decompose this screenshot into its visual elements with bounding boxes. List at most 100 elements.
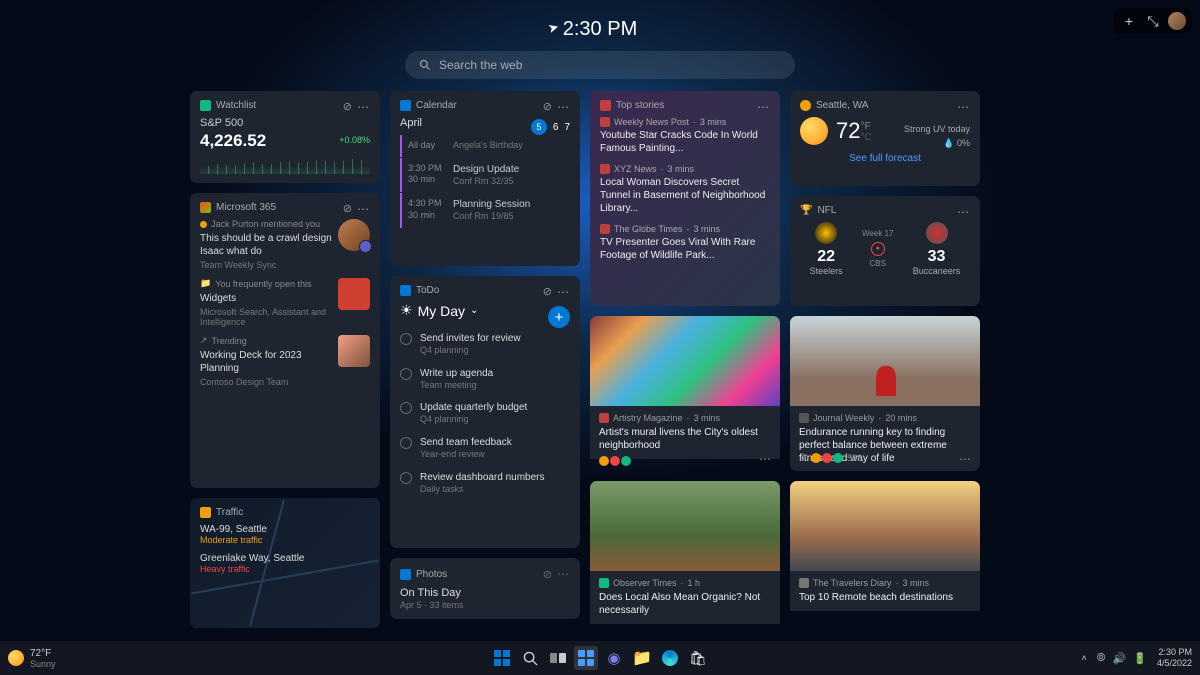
user-avatar[interactable] — [1168, 12, 1186, 30]
article-image — [790, 316, 980, 406]
battery-icon[interactable]: 🔋 — [1133, 652, 1147, 665]
nfl-widget[interactable]: 🏆NFL ⋯ 22 Steelers Week 17 ● CBS 33 Bucc… — [790, 196, 980, 306]
more-icon[interactable]: ⋯ — [757, 100, 770, 114]
task-item[interactable]: Review dashboard numbersDaily tasks — [400, 466, 570, 501]
news-card[interactable]: Observer Times · 1 h Does Local Also Mea… — [590, 481, 780, 636]
calendar-widget[interactable]: Calendar ⊘⋯ April 5 6 7 All day Angela's… — [390, 91, 580, 266]
todo-list-name[interactable]: ☀ My Day ⌄ — [400, 302, 570, 319]
person-avatar — [338, 219, 370, 251]
search-input[interactable]: Search the web — [405, 51, 795, 79]
task-checkbox[interactable] — [400, 472, 412, 484]
more-icon[interactable]: ⋯ — [357, 100, 370, 114]
task-checkbox[interactable] — [400, 402, 412, 414]
team-home: 33 Buccaneers — [913, 222, 961, 276]
source-icon — [600, 117, 610, 127]
pin-icon[interactable]: ⊘ — [343, 100, 352, 113]
calendar-event[interactable]: 3:30 PM30 min Design UpdateConf Rm 32/35 — [400, 158, 570, 193]
photos-title: On This Day — [400, 587, 570, 599]
taskbar-weather[interactable]: 72°FSunny — [8, 648, 56, 669]
news-card[interactable]: Journal Weekly · 20 mins Endurance runni… — [790, 316, 980, 471]
traffic-widget[interactable]: Traffic WA-99, Seattle Moderate traffic … — [190, 498, 380, 628]
wifi-icon[interactable]: ⦾ — [1097, 652, 1106, 665]
buccaneers-logo-icon — [926, 222, 948, 244]
weather-icon — [800, 100, 811, 111]
share-icon[interactable]: ⮐ — [799, 450, 807, 466]
search-placeholder: Search the web — [439, 58, 522, 72]
more-icon[interactable]: ⋯ — [957, 100, 970, 114]
volume-icon[interactable]: 🔊 — [1113, 652, 1127, 665]
m365-item[interactable]: Jack Purton mentioned you This should be… — [200, 219, 370, 270]
source-icon — [799, 578, 809, 588]
more-icon[interactable]: ⋯ — [557, 567, 570, 581]
todo-widget[interactable]: ToDo ⊘⋯ ☀ My Day ⌄ + Send invites for re… — [390, 276, 580, 548]
widgets-button[interactable] — [574, 646, 598, 670]
watchlist-widget[interactable]: Watchlist ⊘⋯ S&P 500 4,226.52 +0.08% — [190, 91, 380, 183]
more-icon[interactable]: ⋯ — [959, 452, 971, 466]
pin-icon[interactable]: ⊘ — [543, 285, 552, 298]
task-item[interactable]: Send invites for reviewQ4 planning — [400, 327, 570, 362]
topstories-widget[interactable]: Top stories ⋯ Weekly News Post · 3 minsY… — [590, 91, 780, 306]
start-button[interactable] — [490, 646, 514, 670]
calendar-event[interactable]: 4:30 PM30 min Planning SessionConf Rm 19… — [400, 193, 570, 228]
explorer-icon[interactable]: 📁 — [630, 646, 654, 670]
add-widget-icon[interactable]: + — [1120, 12, 1138, 30]
more-icon[interactable]: ⋯ — [357, 202, 370, 216]
m365-widget[interactable]: Microsoft 365 ⊘⋯ Jack Purton mentioned y… — [190, 193, 380, 488]
source-icon — [600, 164, 610, 174]
sun-icon — [8, 650, 24, 666]
more-icon[interactable]: ⋯ — [957, 205, 970, 219]
source-icon — [799, 413, 809, 423]
trophy-icon: 🏆 — [800, 205, 812, 216]
status-dot-icon — [200, 221, 207, 228]
task-item[interactable]: Send team feedbackYear-end review — [400, 431, 570, 466]
sun-icon: ☀ — [400, 302, 413, 319]
taskbar[interactable]: 72°FSunny ◉ 📁 🛍 ˄ ⦾ 🔊 🔋 2:30 PM 4/5/2022 — [0, 641, 1200, 675]
source-icon — [599, 578, 609, 588]
edge-icon[interactable] — [658, 646, 682, 670]
stock-change: +0.08% — [339, 135, 370, 145]
todo-icon — [400, 285, 411, 296]
news-card[interactable]: Artistry Magazine · 3 mins Artist's mura… — [590, 316, 780, 471]
stocks-icon — [200, 100, 211, 111]
story-item[interactable]: The Globe Times · 3 minsTV Presenter Goe… — [600, 224, 770, 262]
calendar-event[interactable]: All day Angela's Birthday — [400, 135, 570, 157]
system-tray[interactable]: ˄ ⦾ 🔊 🔋 2:30 PM 4/5/2022 — [1081, 647, 1192, 669]
pin-icon[interactable]: ⊘ — [543, 568, 552, 581]
calendar-days[interactable]: 5 6 7 — [531, 119, 570, 135]
source-icon — [600, 224, 610, 234]
trending-icon: ↗ — [200, 335, 208, 346]
article-image — [590, 316, 780, 406]
traffic-status: Moderate traffic — [200, 535, 370, 545]
more-icon[interactable]: ⋯ — [759, 452, 771, 466]
taskview-button[interactable] — [546, 646, 570, 670]
task-checkbox[interactable] — [400, 333, 412, 345]
document-thumbnail — [338, 335, 370, 367]
forecast-link[interactable]: See full forecast — [800, 153, 970, 164]
story-item[interactable]: XYZ News · 3 minsLocal Woman Discovers S… — [600, 164, 770, 215]
task-checkbox[interactable] — [400, 437, 412, 449]
teams-icon[interactable]: ◉ — [602, 646, 626, 670]
task-item[interactable]: Update quarterly budgetQ4 planning — [400, 396, 570, 431]
pin-icon[interactable]: ⊘ — [543, 100, 552, 113]
more-icon[interactable]: ⋯ — [557, 100, 570, 114]
chevron-up-icon[interactable]: ˄ — [1081, 653, 1086, 663]
task-checkbox[interactable] — [400, 368, 412, 380]
weather-widget[interactable]: Seattle, WA ⋯ 72°F°C Strong UV today💧 0%… — [790, 91, 980, 186]
story-item[interactable]: Weekly News Post · 3 minsYoutube Star Cr… — [600, 117, 770, 155]
more-icon[interactable]: ⋯ — [557, 285, 570, 299]
m365-item[interactable]: 📁You frequently open this Widgets Micros… — [200, 278, 370, 327]
task-item[interactable]: Write up agendaTeam meeting — [400, 362, 570, 397]
chevron-down-icon: ⌄ — [470, 305, 478, 316]
search-button[interactable] — [518, 646, 542, 670]
resize-icon[interactable]: ⤡ — [1144, 12, 1162, 30]
m365-item[interactable]: ↗Trending Working Deck for 2023 Planning… — [200, 335, 370, 387]
window-controls: + ⤡ — [1114, 8, 1192, 34]
reactions[interactable] — [599, 456, 631, 466]
game-info: Week 17 ● CBS — [862, 229, 893, 270]
pin-icon[interactable]: ⊘ — [343, 202, 352, 215]
photos-widget[interactable]: Photos ⊘ ⋯ On This Day Apr 5 · 33 items — [390, 558, 580, 619]
store-icon[interactable]: 🛍 — [686, 646, 710, 670]
add-task-button[interactable]: + — [548, 306, 570, 328]
news-card[interactable]: The Travelers Diary · 3 mins Top 10 Remo… — [790, 481, 980, 636]
reactions[interactable]: ⮐ 589 — [799, 450, 862, 466]
